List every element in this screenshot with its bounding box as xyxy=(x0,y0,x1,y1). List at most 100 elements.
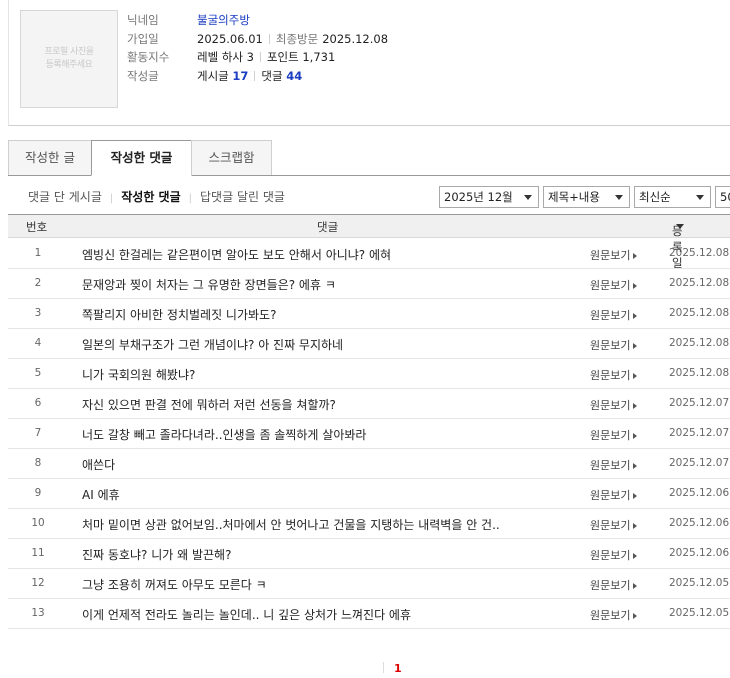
row-number: 2 xyxy=(34,277,42,289)
per-page-select[interactable]: 50 xyxy=(715,186,730,208)
table-row: 3 쪽팔리지 아비한 정치벌레짓 니가봐도? 원문보기 2025.12.08 xyxy=(8,299,730,329)
view-original-label: 원문보기 xyxy=(590,399,631,412)
view-original-link[interactable]: 원문보기 xyxy=(590,607,638,623)
view-original-link[interactable]: 원문보기 xyxy=(590,517,638,533)
search-type-select[interactable]: 제목+내용 xyxy=(543,186,630,208)
view-original-label: 원문보기 xyxy=(590,519,631,532)
arrow-right-icon xyxy=(633,463,638,469)
tab-written-posts[interactable]: 작성한 글 xyxy=(8,140,92,175)
arrow-right-icon xyxy=(633,493,638,499)
chevron-down-icon xyxy=(615,195,623,200)
view-original-link[interactable]: 원문보기 xyxy=(590,487,638,503)
divider xyxy=(268,33,270,44)
comment-text[interactable]: 너도 갈창 빼고 졸라다녀라..인생을 좀 솔찍하게 살아봐라 xyxy=(82,426,366,443)
table-row: 11 진짜 동호냐? 니가 왜 발끈해? 원문보기 2025.12.06 xyxy=(8,539,730,569)
comment-date: 2025.12.07 xyxy=(669,427,730,439)
header-date[interactable]: 등록일 xyxy=(672,219,684,270)
arrow-right-icon xyxy=(633,253,638,259)
activity-label: 활동지수 xyxy=(127,50,170,64)
arrow-right-icon xyxy=(633,403,638,409)
comment-date: 2025.12.06 xyxy=(669,517,730,529)
tab-written-comments[interactable]: 작성한 댓글 xyxy=(91,140,192,176)
nickname-row: 닉네임 불굴의주방 xyxy=(127,11,388,30)
joined-label: 가입일 xyxy=(127,31,159,46)
comment-date: 2025.12.08 xyxy=(669,307,730,319)
comment-filter-nav: 댓글 단 게시글 | 작성한 댓글 | 답댓글 달린 댓글 xyxy=(28,189,285,207)
view-original-link[interactable]: 원문보기 xyxy=(590,277,638,293)
nickname-label: 닉네임 xyxy=(127,13,159,27)
comment-text[interactable]: 그냥 조용히 꺼져도 아무도 모른다 ㅋ xyxy=(82,576,267,593)
row-number: 8 xyxy=(34,457,42,469)
view-original-label: 원문보기 xyxy=(590,549,631,562)
subnav-commented-posts[interactable]: 댓글 단 게시글 xyxy=(28,190,102,204)
month-select[interactable]: 2025년 12월 xyxy=(439,186,539,208)
view-original-label: 원문보기 xyxy=(590,459,631,472)
comment-text[interactable]: AI 에휴 xyxy=(82,486,120,503)
comment-list: 1 엠빙신 한걸레는 같은편이면 알아도 보도 안해서 아니냐? 에혀 원문보기 20… xyxy=(8,239,730,629)
table-row: 13 이게 언제적 전라도 놀리는 놀인데.. 니 깊은 상처가 느껴진다 에휴 원… xyxy=(8,599,730,629)
view-original-link[interactable]: 원문보기 xyxy=(590,247,638,263)
tab-scrap[interactable]: 스크랩함 xyxy=(191,140,272,175)
row-number: 11 xyxy=(31,547,45,559)
view-original-link[interactable]: 원문보기 xyxy=(590,457,638,473)
comment-date: 2025.12.05 xyxy=(669,607,730,619)
activity-row: 활동지수 레벨 하사 3 포인트 1,731 xyxy=(127,48,388,67)
comment-date: 2025.12.08 xyxy=(669,337,730,349)
sort-select[interactable]: 최신순 xyxy=(634,186,711,208)
view-original-label: 원문보기 xyxy=(590,279,631,292)
joined-value: 2025.06.01 xyxy=(197,31,263,46)
comment-text[interactable]: 자신 있으면 판결 전에 뭐하러 저런 선동을 쳐할까? xyxy=(82,396,336,413)
profile-photo-text: 프로필 사진을 등록해주세요 xyxy=(44,47,94,70)
view-original-label: 원문보기 xyxy=(590,579,631,592)
view-original-link[interactable]: 원문보기 xyxy=(590,367,638,383)
view-original-link[interactable]: 원문보기 xyxy=(590,337,638,353)
subnav-replied-comments[interactable]: 답댓글 달린 댓글 xyxy=(200,190,285,204)
comment-text[interactable]: 엠빙신 한걸레는 같은편이면 알아도 보도 안해서 아니냐? 에혀 xyxy=(82,246,391,263)
nickname-value[interactable]: 불굴의주방 xyxy=(197,13,250,27)
view-original-label: 원문보기 xyxy=(590,369,631,382)
comment-text[interactable]: 니가 국회의원 해봤냐? xyxy=(82,366,195,383)
joined-row: 가입일 2025.06.01 최종방문 2025.12.08 xyxy=(127,30,388,49)
subnav-divider: | xyxy=(109,193,114,204)
view-original-link[interactable]: 원문보기 xyxy=(590,427,638,443)
last-visit-label: 최종방문 xyxy=(275,31,319,46)
row-number: 9 xyxy=(34,487,42,499)
comment-text[interactable]: 쪽팔리지 아비한 정치벌레짓 니가봐도? xyxy=(82,306,276,323)
view-original-label: 원문보기 xyxy=(590,309,631,322)
table-row: 9 AI 에휴 원문보기 2025.12.06 xyxy=(8,479,730,509)
view-original-label: 원문보기 xyxy=(590,339,631,352)
view-original-link[interactable]: 원문보기 xyxy=(590,577,638,593)
table-row: 2 문재앙과 찢이 처자는 그 유명한 장면들은? 에휴 ㅋ 원문보기 2025.12… xyxy=(8,269,730,299)
divider xyxy=(259,52,261,62)
row-number: 10 xyxy=(31,517,45,529)
comment-count[interactable]: 44 xyxy=(286,69,302,83)
view-original-link[interactable]: 원문보기 xyxy=(590,397,638,413)
table-row: 12 그냥 조용히 꺼져도 아무도 모른다 ㅋ 원문보기 2025.12.05 xyxy=(8,569,730,599)
comment-date: 2025.12.08 xyxy=(669,367,730,379)
view-original-link[interactable]: 원문보기 xyxy=(590,307,638,323)
pagination-divider xyxy=(383,662,384,673)
post-count[interactable]: 17 xyxy=(232,69,248,83)
comment-text[interactable]: 이게 언제적 전라도 놀리는 놀인데.. 니 깊은 상처가 느껴진다 에휴 xyxy=(82,606,411,623)
comment-date: 2025.12.07 xyxy=(669,457,730,469)
sort-value: 최신순 xyxy=(639,190,671,204)
view-original-link[interactable]: 원문보기 xyxy=(590,547,638,563)
page-current[interactable]: 1 xyxy=(394,662,402,675)
per-page-value: 50 xyxy=(720,190,730,204)
row-number: 12 xyxy=(31,577,45,589)
profile-panel: 프로필 사진을 등록해주세요 닉네임 불굴의주방 가입일 2025.06.01 최종방… xyxy=(8,0,730,126)
comment-text[interactable]: 애쓴다 xyxy=(82,456,115,473)
table-row: 4 일본의 부채구조가 그런 개념이냐? 아 진짜 무지하네 원문보기 2025.12… xyxy=(8,329,730,359)
subnav-divider: | xyxy=(188,193,193,204)
comment-text[interactable]: 처마 밑이면 상관 없어보임..처마에서 안 벗어나고 건물을 지탱하는 내력벽… xyxy=(82,516,500,533)
comment-text[interactable]: 진짜 동호냐? 니가 왜 발끈해? xyxy=(82,546,231,563)
divider xyxy=(254,70,256,81)
subnav-written-comments[interactable]: 작성한 댓글 xyxy=(121,190,180,204)
comment-text[interactable]: 일본의 부채구조가 그런 개념이냐? 아 진짜 무지하네 xyxy=(82,336,343,353)
search-type-value: 제목+내용 xyxy=(548,190,600,204)
view-original-label: 원문보기 xyxy=(590,489,631,502)
chevron-down-icon xyxy=(524,195,532,200)
comment-date: 2025.12.08 xyxy=(669,247,730,259)
pagination: 1 xyxy=(383,662,402,675)
comment-text[interactable]: 문재앙과 찢이 처자는 그 유명한 장면들은? 에휴 ㅋ xyxy=(82,276,336,293)
